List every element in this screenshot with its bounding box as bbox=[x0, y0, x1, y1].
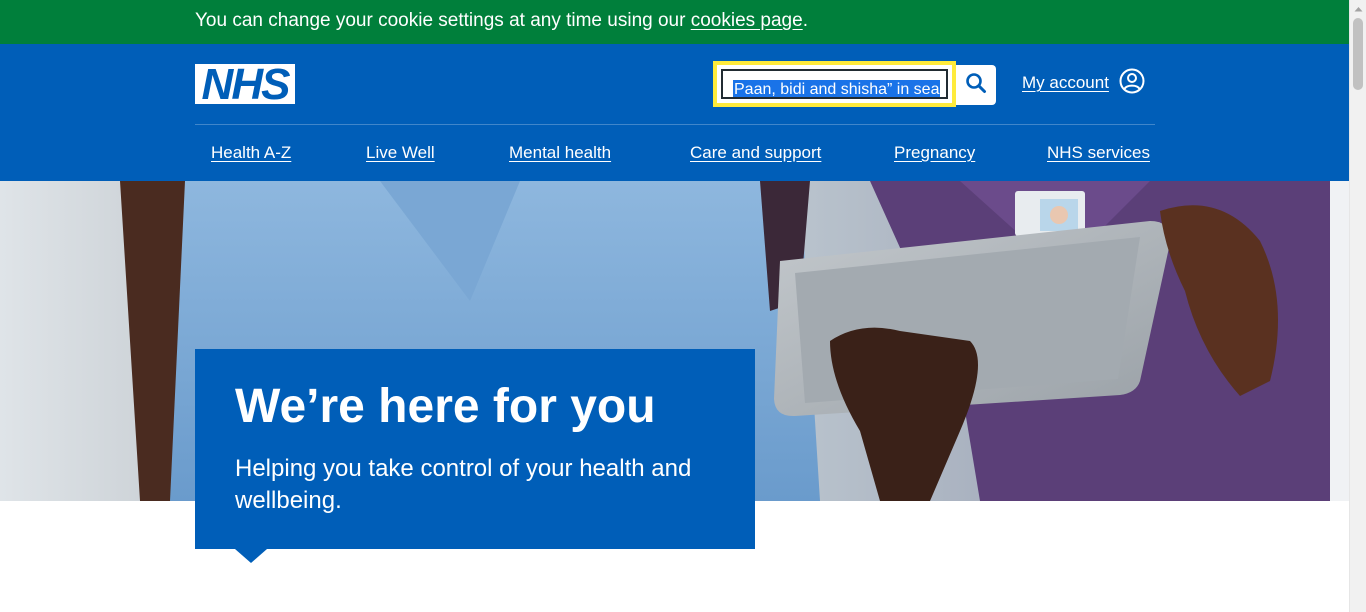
cookies-page-link[interactable]: cookies page bbox=[691, 10, 803, 31]
hero-title: We’re here for you bbox=[235, 380, 656, 433]
scroll-up-arrow-icon[interactable] bbox=[1350, 0, 1366, 17]
nhs-logo-text: NHS bbox=[202, 64, 291, 104]
search-input-field[interactable]: Paan, bidi and shisha” in sea bbox=[721, 69, 948, 99]
nav-item-nhs-services[interactable]: NHS services bbox=[1047, 143, 1150, 163]
search-icon bbox=[965, 72, 987, 99]
cookie-banner-suffix: . bbox=[802, 10, 808, 31]
site-header: NHS Paan, bidi and shisha” in sea My acc… bbox=[0, 44, 1349, 181]
primary-nav: Health A-Z Live Well Mental health Care … bbox=[195, 124, 1155, 181]
nav-item-health-a-z[interactable]: Health A-Z bbox=[211, 143, 291, 163]
scroll-thumb[interactable] bbox=[1353, 18, 1363, 90]
my-account-link[interactable]: My account bbox=[1022, 68, 1145, 99]
hero-card: We’re here for you Helping you take cont… bbox=[195, 349, 755, 563]
search-button[interactable] bbox=[956, 65, 996, 105]
search-form: Paan, bidi and shisha” in sea bbox=[713, 61, 996, 107]
cookie-banner-message: You can change your cookie settings at a… bbox=[195, 10, 691, 31]
search-input[interactable]: Paan, bidi and shisha” in sea bbox=[713, 61, 956, 107]
my-account-label: My account bbox=[1022, 73, 1109, 92]
nav-item-pregnancy[interactable]: Pregnancy bbox=[894, 143, 975, 163]
page-scrollbar[interactable] bbox=[1349, 0, 1366, 612]
search-input-value: Paan, bidi and shisha” in sea bbox=[733, 80, 941, 98]
hero-subtitle: Helping you take control of your health … bbox=[235, 455, 692, 514]
cookie-banner: You can change your cookie settings at a… bbox=[0, 0, 1349, 44]
nav-item-mental-health[interactable]: Mental health bbox=[509, 143, 611, 163]
user-circle-icon bbox=[1119, 68, 1145, 99]
cookie-banner-text: You can change your cookie settings at a… bbox=[195, 9, 808, 33]
hero-card-pointer bbox=[235, 549, 267, 563]
nhs-logo[interactable]: NHS bbox=[195, 64, 295, 104]
nav-item-live-well[interactable]: Live Well bbox=[366, 143, 435, 163]
nav-item-care-and-support[interactable]: Care and support bbox=[690, 143, 821, 163]
